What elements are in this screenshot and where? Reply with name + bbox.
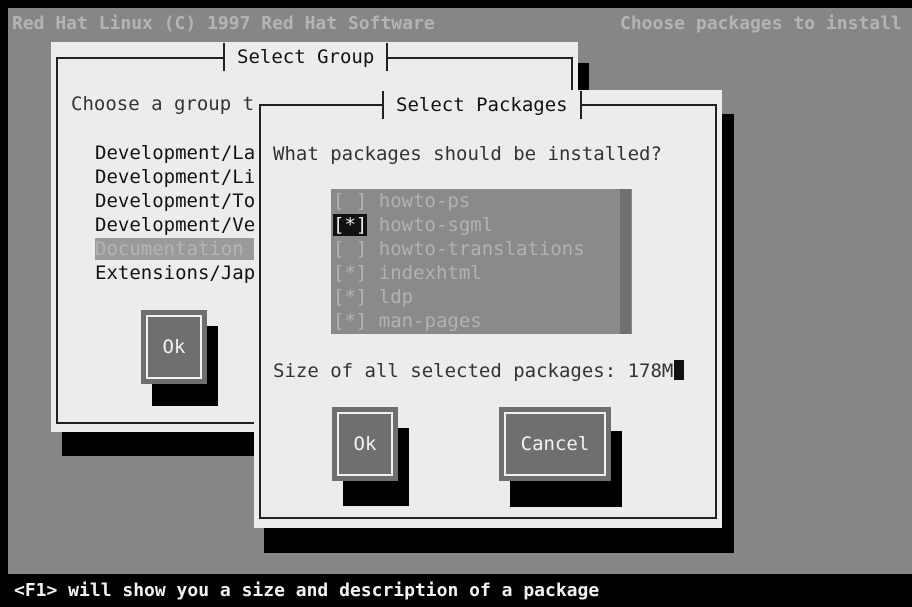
copyright-text: Red Hat Linux (C) 1997 Red Hat Software bbox=[12, 13, 435, 34]
packages-dialog-title: Select Packages bbox=[382, 91, 582, 119]
package-name: howto-translations bbox=[378, 238, 585, 260]
package-checkbox[interactable]: [*] bbox=[333, 310, 367, 332]
package-item-focused[interactable]: [*] howto-sgml bbox=[333, 213, 493, 237]
package-name: man-pages bbox=[378, 310, 482, 332]
group-item[interactable]: Extensions/Jap bbox=[95, 262, 255, 284]
screen-hint-text: Choose packages to install bbox=[620, 13, 902, 34]
group-item[interactable]: Development/La bbox=[95, 142, 255, 164]
package-name: ldp bbox=[378, 286, 414, 308]
text-cursor bbox=[674, 360, 685, 380]
package-checkbox[interactable]: [*] bbox=[333, 286, 367, 308]
package-checkbox[interactable]: [*] bbox=[333, 262, 367, 284]
packages-dialog-prompt: What packages should be installed? bbox=[273, 143, 662, 165]
package-list[interactable]: [ ] howto-ps [*] howto-sgml [ ] howto-tr… bbox=[331, 189, 632, 334]
help-text: <F1> will show you a size and descriptio… bbox=[14, 580, 600, 601]
group-ok-button-label: Ok bbox=[146, 315, 202, 379]
package-item[interactable]: [ ] howto-translations bbox=[333, 237, 585, 261]
packages-ok-button[interactable]: Ok bbox=[332, 407, 398, 481]
group-dialog-title: Select Group bbox=[223, 43, 389, 71]
help-status-bar: <F1> will show you a size and descriptio… bbox=[8, 574, 912, 607]
package-list-scrollbar[interactable] bbox=[620, 189, 631, 334]
group-ok-button[interactable]: Ok bbox=[141, 310, 207, 384]
package-checkbox[interactable]: [ ] bbox=[333, 238, 367, 260]
package-name: howto-ps bbox=[378, 190, 471, 212]
group-item[interactable]: Development/To bbox=[95, 190, 255, 212]
package-item[interactable]: [*] ldp bbox=[333, 285, 413, 309]
group-item[interactable]: Development/Ve bbox=[95, 214, 255, 236]
package-checkbox[interactable]: [*] bbox=[333, 214, 368, 236]
package-item[interactable]: [*] indexhtml bbox=[333, 261, 482, 285]
top-status-bar: Red Hat Linux (C) 1997 Red Hat Software … bbox=[8, 8, 912, 40]
selected-size-text: Size of all selected packages: 178M bbox=[273, 360, 685, 382]
status-bar-end bbox=[900, 576, 912, 607]
group-dialog-prompt: Choose a group t bbox=[71, 93, 255, 115]
group-item[interactable]: Development/Li bbox=[95, 166, 255, 188]
package-checkbox[interactable]: [ ] bbox=[333, 190, 367, 212]
cancel-button-label: Cancel bbox=[504, 412, 606, 476]
group-item-selected[interactable]: Documentation bbox=[95, 238, 255, 260]
package-name: howto-sgml bbox=[378, 214, 494, 236]
package-item[interactable]: [ ] howto-ps bbox=[333, 189, 470, 213]
selected-size-label: Size of all selected packages: 178M bbox=[273, 360, 674, 382]
packages-ok-button-label: Ok bbox=[337, 412, 393, 476]
cancel-button[interactable]: Cancel bbox=[499, 407, 611, 481]
package-item[interactable]: [*] man-pages bbox=[333, 309, 482, 333]
package-name: indexhtml bbox=[378, 262, 482, 284]
